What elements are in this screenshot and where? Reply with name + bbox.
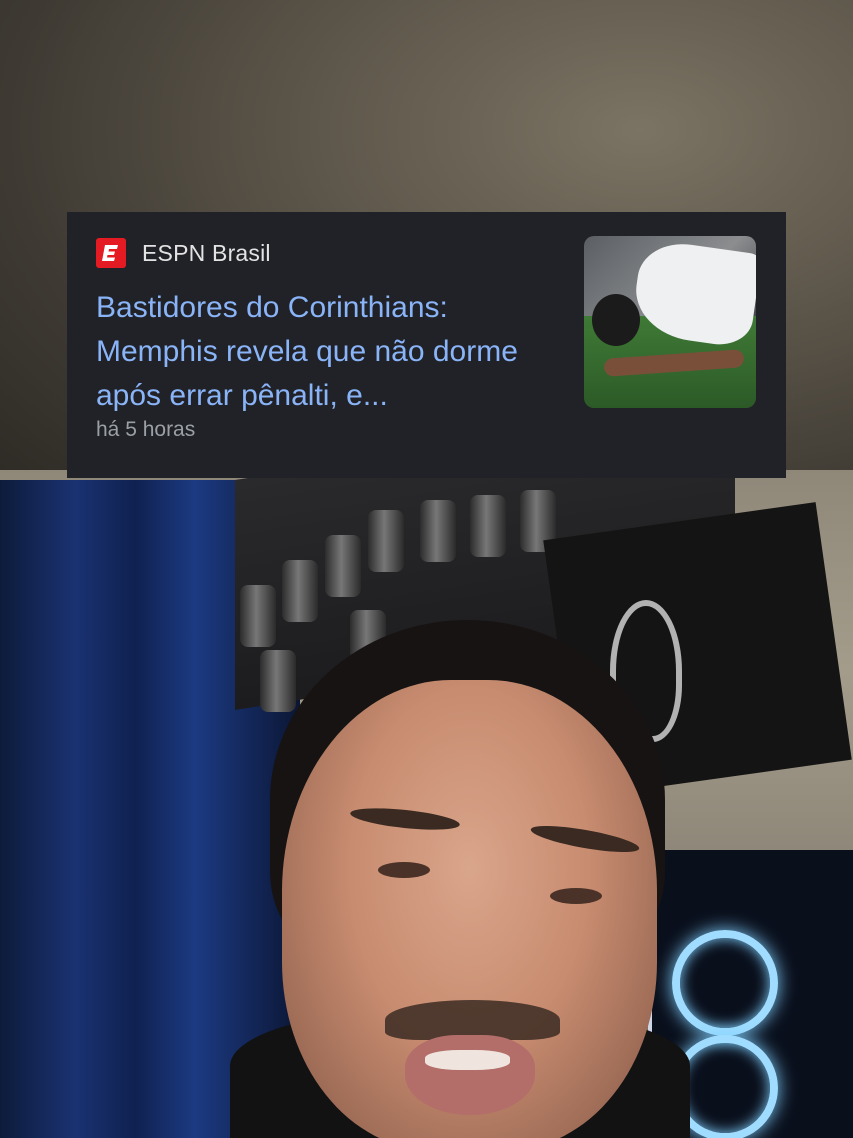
thumbnail-player-head bbox=[592, 294, 640, 346]
shelf-can bbox=[368, 510, 404, 572]
person-teeth bbox=[425, 1050, 510, 1070]
notification-header: ESPN Brasil bbox=[96, 238, 271, 268]
shelf-can bbox=[470, 495, 506, 557]
shelf-can bbox=[260, 650, 296, 712]
espn-e-icon bbox=[102, 245, 118, 261]
news-notification-card[interactable]: ESPN Brasil Bastidores do Corinthians: M… bbox=[67, 212, 786, 478]
notification-thumbnail[interactable] bbox=[584, 236, 756, 408]
notification-headline[interactable]: Bastidores do Corinthians: Memphis revel… bbox=[96, 286, 566, 418]
person-eye bbox=[550, 888, 602, 904]
app-name: ESPN Brasil bbox=[142, 239, 271, 266]
pc-fan bbox=[672, 930, 778, 1036]
person-mustache bbox=[385, 1000, 560, 1040]
espn-logo-icon bbox=[96, 238, 126, 268]
video-background bbox=[0, 0, 853, 1138]
person-eye bbox=[378, 862, 430, 878]
shelf-can bbox=[420, 500, 456, 562]
shelf-can bbox=[282, 560, 318, 622]
notification-timestamp: há 5 horas bbox=[96, 418, 196, 441]
shelf-can bbox=[325, 535, 361, 597]
person-mouth bbox=[405, 1035, 535, 1115]
shelf-can bbox=[240, 585, 276, 647]
